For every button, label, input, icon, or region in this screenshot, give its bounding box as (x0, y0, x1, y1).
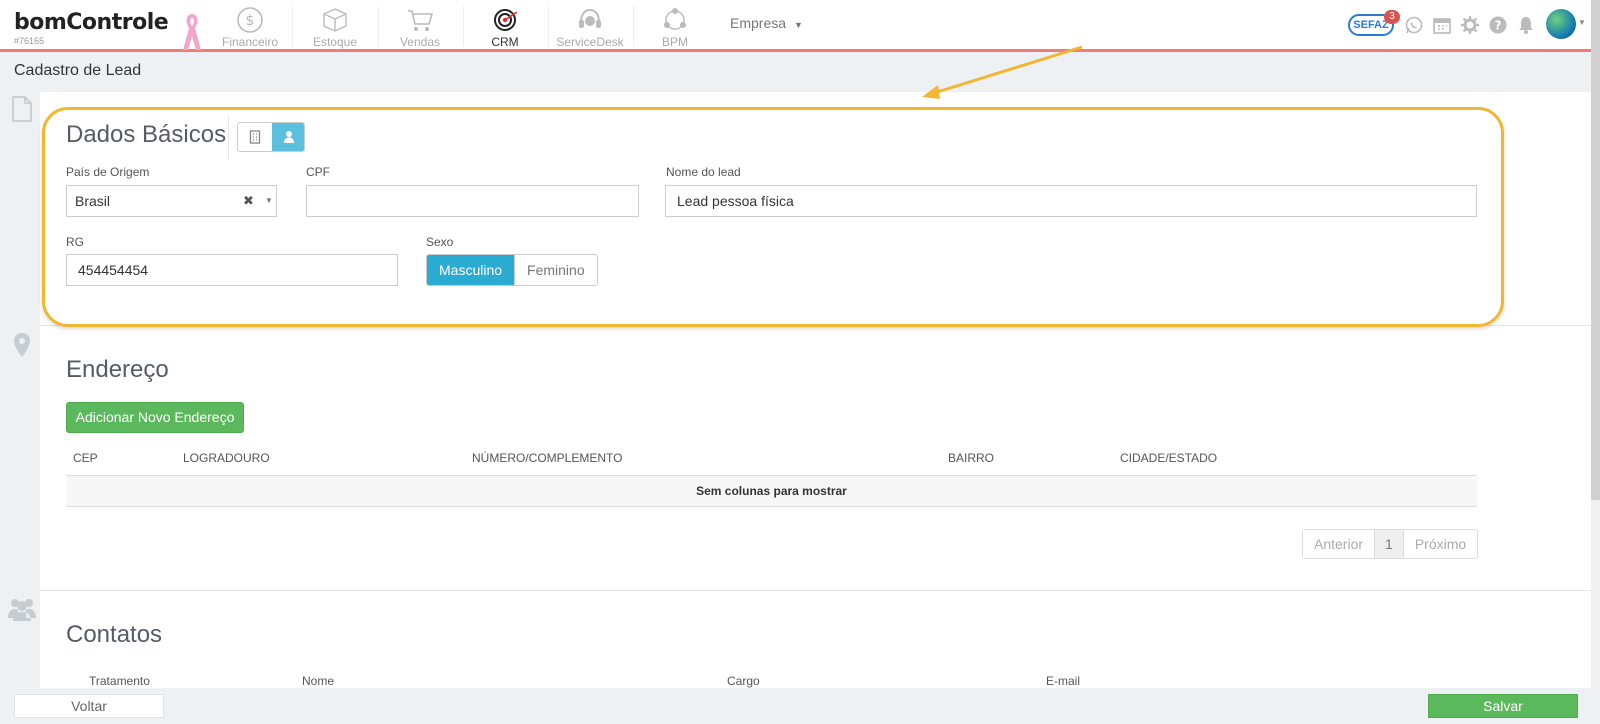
chevron-down-icon[interactable]: ▼ (265, 196, 273, 205)
page-scrollbar[interactable] (1591, 0, 1600, 500)
account-id: #76165 (14, 36, 45, 46)
cart-icon (408, 10, 434, 31)
section-divider (40, 590, 1591, 591)
nav-bpm[interactable]: BPM (633, 4, 717, 49)
network-icon (664, 8, 686, 30)
pais-label: País de Origem (66, 165, 150, 179)
headset-icon (579, 8, 601, 28)
nav-vendas[interactable]: Vendas (378, 4, 462, 49)
calendar-icon[interactable] (1432, 15, 1452, 35)
cpf-input[interactable] (306, 185, 639, 217)
rg-input[interactable]: 454454454 (66, 254, 398, 286)
chevron-down-icon: ▼ (794, 20, 803, 30)
column-header-numero[interactable]: NÚMERO/COMPLEMENTO (472, 451, 622, 465)
page-title: Cadastro de Lead (14, 62, 142, 79)
empty-table-message: Sem colunas para mostrar (66, 475, 1477, 507)
nav-label: Estoque (312, 35, 358, 49)
section-title-dados-basicos: Dados Básicos (66, 121, 227, 148)
company-dropdown[interactable]: Empresa ▼ (730, 15, 803, 31)
pagination-page[interactable]: 1 (1374, 530, 1404, 558)
box-icon (323, 8, 347, 32)
add-address-button[interactable]: Adicionar Novo Endereço (66, 402, 244, 433)
column-header-nome[interactable]: Nome (302, 674, 334, 688)
nav-label: ServiceDesk (556, 35, 624, 49)
column-header-logradouro[interactable]: LOGRADOURO (183, 451, 270, 465)
nav-financeiro[interactable]: $ Financeiro (208, 4, 292, 49)
nav-label: BPM (661, 35, 688, 49)
users-group-icon (8, 599, 36, 621)
pagination: Anterior 1 Próximo (1302, 529, 1479, 559)
sexo-label: Sexo (426, 235, 454, 249)
sexo-toggle: Masculino Feminino (426, 254, 598, 286)
sexo-masculino-button[interactable]: Masculino (427, 255, 515, 285)
section-title-contatos: Contatos (66, 621, 163, 648)
nav-label: Financeiro (221, 35, 279, 49)
user-avatar[interactable] (1546, 9, 1576, 39)
rg-label: RG (66, 235, 84, 249)
svg-text:?: ? (1495, 19, 1502, 33)
section-title-endereco: Endereço (66, 356, 169, 383)
dollar-circle-icon: $ (237, 7, 263, 33)
column-header-email[interactable]: E-mail (1046, 674, 1080, 688)
save-button[interactable]: Salvar (1428, 694, 1578, 718)
nome-input[interactable]: Lead pessoa física (665, 185, 1477, 217)
company-type-button[interactable] (238, 123, 272, 151)
person-type-toggle (237, 122, 305, 152)
column-header-tratamento[interactable]: Tratamento (89, 674, 150, 688)
pagination-prev[interactable]: Anterior (1303, 530, 1375, 558)
target-icon (494, 9, 518, 31)
app-logo[interactable]: bomControle (14, 10, 169, 35)
column-header-cargo[interactable]: Cargo (727, 674, 760, 688)
svg-text:$: $ (246, 13, 255, 29)
form-panel (40, 92, 1591, 688)
company-dropdown-label: Empresa (730, 15, 787, 31)
help-icon[interactable]: ? (1488, 15, 1508, 35)
whatsapp-icon[interactable] (1404, 15, 1424, 35)
gear-icon[interactable] (1460, 15, 1480, 35)
person-type-button[interactable] (272, 123, 304, 151)
column-header-bairro[interactable]: BAIRRO (948, 451, 994, 465)
nav-label: CRM (491, 35, 519, 49)
nav-label: Vendas (399, 35, 441, 49)
nav-crm[interactable]: CRM (463, 4, 547, 49)
chevron-down-icon[interactable]: ▼ (1578, 18, 1586, 27)
section-divider (40, 325, 1591, 326)
nome-label: Nome do lead (666, 165, 741, 179)
building-icon (249, 130, 261, 144)
user-icon (284, 131, 294, 143)
clear-icon[interactable]: ✖ (243, 193, 254, 209)
bell-icon[interactable] (1516, 15, 1536, 35)
cpf-label: CPF (306, 165, 330, 179)
document-icon (12, 96, 32, 122)
sexo-feminino-button[interactable]: Feminino (514, 255, 597, 285)
pink-ribbon-icon (183, 14, 201, 50)
pagination-next[interactable]: Próximo (1403, 530, 1478, 558)
nav-servicedesk[interactable]: ServiceDesk (548, 4, 632, 49)
sefaz-badge: 3 (1384, 10, 1400, 24)
nav-estoque[interactable]: Estoque (293, 4, 377, 49)
map-pin-icon (14, 333, 30, 357)
top-navigation-bar: bomControle #76165 $ Financeiro Estoque … (0, 0, 1591, 52)
column-header-cidade[interactable]: CIDADE/ESTADO (1120, 451, 1217, 465)
column-header-cep[interactable]: CEP (73, 451, 98, 465)
back-button[interactable]: Voltar (14, 694, 164, 718)
footer-bar (0, 688, 1600, 724)
